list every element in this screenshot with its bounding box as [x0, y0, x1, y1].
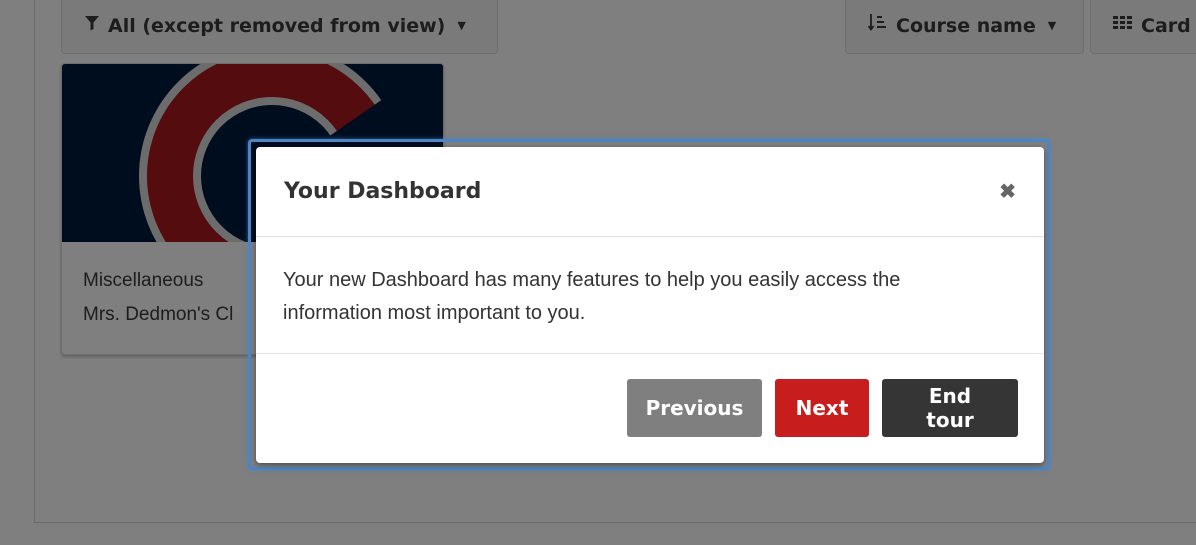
tour-title: Your Dashboard [284, 179, 482, 204]
end-tour-button[interactable]: End tour [882, 379, 1018, 437]
next-button[interactable]: Next [775, 379, 869, 437]
close-icon[interactable]: ✖ [999, 179, 1016, 204]
previous-button[interactable]: Previous [627, 379, 762, 437]
tour-body-line-1: Your new Dashboard has many features to … [283, 269, 901, 291]
tour-body-line-2: information most important to you. [283, 302, 586, 324]
tour-body: Your new Dashboard has many features to … [256, 237, 1044, 354]
tour-dialog: Your Dashboard ✖ Your new Dashboard has … [256, 147, 1044, 463]
tour-header: Your Dashboard ✖ [256, 147, 1044, 237]
tour-footer: Previous Next End tour [256, 354, 1044, 437]
